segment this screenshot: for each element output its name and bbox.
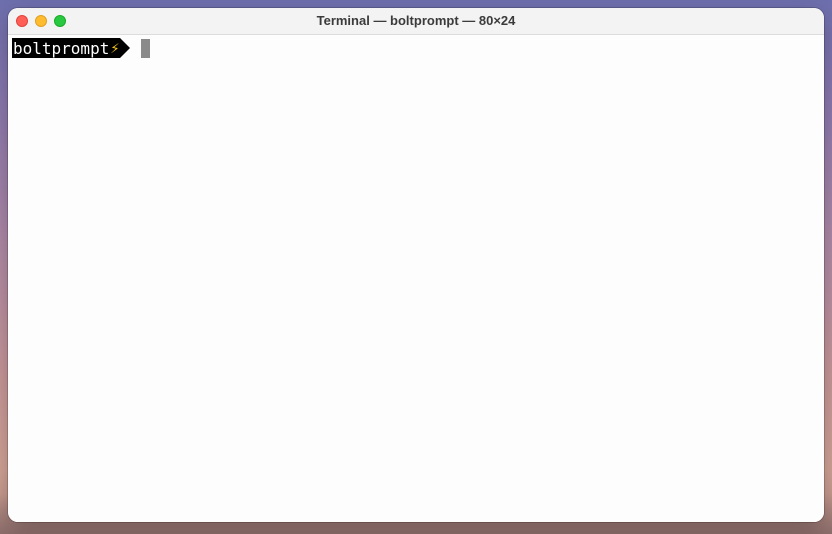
prompt-segment: boltprompt ⚡ [12,38,121,58]
text-cursor [141,38,151,58]
terminal-window[interactable]: Terminal — boltprompt — 80×24 boltprompt… [8,8,824,522]
prompt-arrow-icon [120,38,131,58]
window-title: Terminal — boltprompt — 80×24 [316,13,516,28]
lightning-bolt-icon: ⚡ [110,39,120,57]
prompt-line: boltprompt ⚡ [12,38,820,58]
title-bar[interactable]: Terminal — boltprompt — 80×24 [8,8,824,35]
prompt-text: boltprompt [13,38,110,58]
terminal-content[interactable]: boltprompt ⚡ [8,35,824,522]
